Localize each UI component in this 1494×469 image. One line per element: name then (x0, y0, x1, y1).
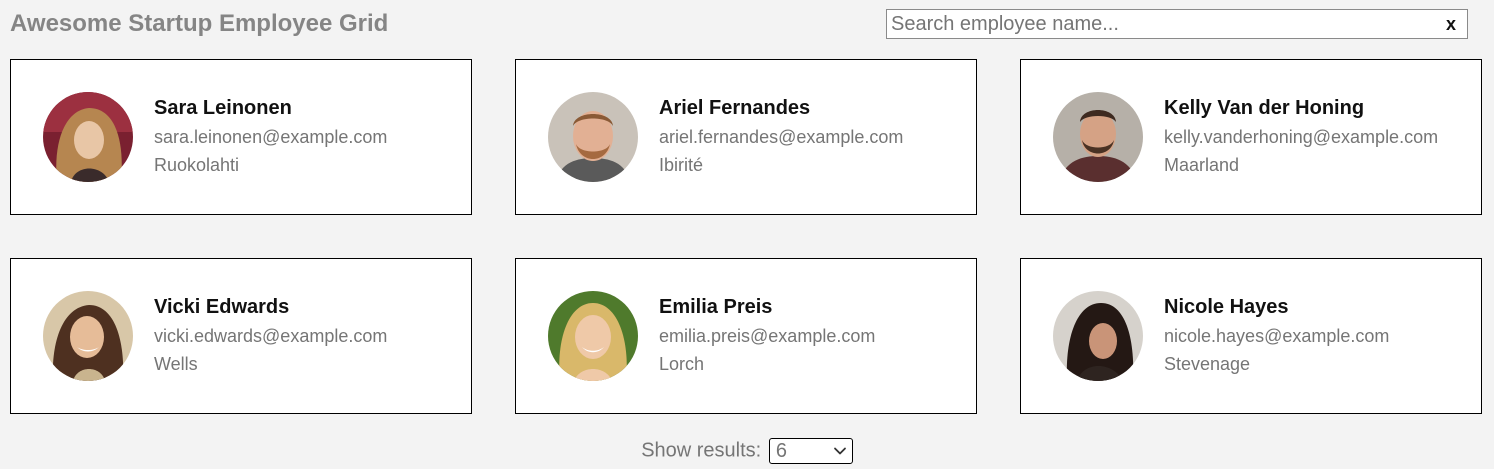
employee-email: nicole.hayes@example.com (1164, 326, 1390, 346)
employee-city: Maarland (1164, 155, 1240, 175)
avatar (43, 291, 133, 381)
employee-name: Ariel Fernandes (659, 97, 811, 119)
avatar-photo-icon (43, 291, 133, 381)
employee-card[interactable]: Kelly Van der Honing kelly.vanderhoning@… (1020, 59, 1482, 215)
employee-city: Lorch (659, 354, 705, 374)
search-input[interactable] (887, 10, 1435, 38)
avatar-photo-icon (548, 291, 638, 381)
avatar (43, 92, 133, 182)
employee-email: emilia.preis@example.com (659, 326, 876, 346)
avatar-photo-icon (1053, 92, 1143, 182)
employee-card[interactable]: Nicole Hayes nicole.hayes@example.com St… (1020, 258, 1482, 414)
avatar (548, 291, 638, 381)
employee-card[interactable]: Vicki Edwards vicki.edwards@example.com … (10, 258, 472, 414)
employee-email: vicki.edwards@example.com (154, 326, 388, 346)
employee-card[interactable]: Ariel Fernandes ariel.fernandes@example.… (515, 59, 977, 215)
clear-search-button[interactable]: x (1441, 13, 1461, 35)
chevron-down-icon (833, 447, 846, 455)
employee-name: Kelly Van der Honing (1164, 97, 1365, 119)
employee-city: Stevenage (1164, 354, 1251, 374)
employee-name: Vicki Edwards (154, 296, 290, 318)
employee-card[interactable]: Emilia Preis emilia.preis@example.com Lo… (515, 258, 977, 414)
employee-email: sara.leinonen@example.com (154, 127, 388, 147)
avatar (1053, 291, 1143, 381)
avatar (1053, 92, 1143, 182)
avatar (548, 92, 638, 182)
employee-city: Ibirité (659, 155, 704, 175)
results-count-select[interactable]: 6 (768, 437, 853, 464)
employee-city: Wells (154, 354, 198, 374)
results-label: Show results: (641, 439, 762, 462)
avatar-photo-icon (548, 92, 638, 182)
employee-email: ariel.fernandes@example.com (659, 127, 904, 147)
employee-card[interactable]: Sara Leinonen sara.leinonen@example.com … (10, 59, 472, 215)
page-title: Awesome Startup Employee Grid (10, 10, 389, 37)
employee-grid: Sara Leinonen sara.leinonen@example.com … (10, 59, 1482, 414)
employee-email: kelly.vanderhoning@example.com (1164, 127, 1439, 147)
employee-name: Emilia Preis (659, 296, 773, 318)
employee-name: Nicole Hayes (1164, 296, 1289, 318)
results-count-value: 6 (775, 439, 787, 462)
results-control: Show results: 6 (0, 436, 1494, 464)
search-box: x (886, 9, 1468, 39)
employee-name: Sara Leinonen (154, 97, 292, 119)
avatar-photo-icon (1053, 291, 1143, 381)
avatar-photo-icon (43, 92, 133, 182)
employee-city: Ruokolahti (154, 155, 240, 175)
